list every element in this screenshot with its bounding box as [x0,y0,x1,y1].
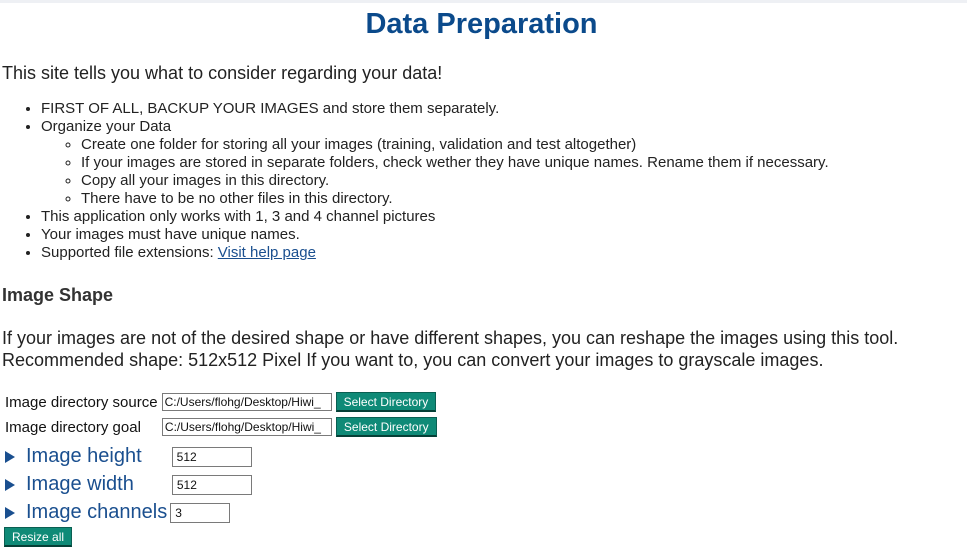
resize-row: Resize all [4,527,73,547]
image-height-input[interactable] [171,446,252,467]
page: Data Preparation This site tells you wha… [0,0,967,552]
goal-directory-input[interactable] [161,418,332,436]
sub-list-item: If your images are stored in separate fo… [81,154,829,172]
list-item: FIRST OF ALL, BACKUP YOUR IMAGES and sto… [41,100,829,118]
image-width-row: Image width [5,473,252,496]
source-directory-label: Image directory source [5,393,158,411]
sub-list: Create one folder for storing all your i… [41,136,829,208]
triangle-right-icon[interactable] [5,506,15,519]
guidelines-list: FIRST OF ALL, BACKUP YOUR IMAGES and sto… [0,100,829,262]
section-description-line: Recommended shape: 512x512 Pixel If you … [2,350,824,370]
top-border [0,0,967,3]
sub-list-item: Copy all your images in this directory. [81,172,829,190]
image-channels-label[interactable]: Image channels [26,501,167,524]
page-title: Data Preparation [365,8,598,40]
image-channels-input[interactable] [170,502,231,523]
list-item: Supported file extensions: Visit help pa… [41,244,829,262]
source-directory-input[interactable] [161,393,332,411]
resize-all-button[interactable]: Resize all [4,527,73,547]
image-width-label[interactable]: Image width [26,473,134,496]
image-height-label[interactable]: Image height [26,445,142,468]
image-height-row: Image height [5,445,252,468]
sub-list-item: Create one folder for storing all your i… [81,136,829,154]
list-item: This application only works with 1, 3 an… [41,208,829,226]
select-goal-directory-button[interactable]: Select Directory [335,417,437,437]
section-description-line: If your images are not of the desired sh… [2,328,899,348]
list-item: Organize your Data Create one folder for… [41,118,829,208]
goal-directory-label: Image directory goal [5,418,141,436]
sub-list-item: There have to be no other files in this … [81,190,829,208]
list-item-text: Organize your Data [41,118,172,135]
triangle-right-icon[interactable] [5,478,15,491]
select-source-directory-button[interactable]: Select Directory [335,392,437,412]
goal-directory-row: Image directory goal Select Directory [5,417,437,437]
source-directory-row: Image directory source Select Directory [5,392,437,412]
section-description: If your images are not of the desired sh… [2,327,967,371]
image-channels-row: Image channels [5,501,231,524]
help-page-link[interactable]: Visit help page [218,244,316,261]
triangle-right-icon[interactable] [5,450,15,463]
list-item-text: Supported file extensions: [41,244,218,261]
intro-text: This site tells you what to consider reg… [2,63,443,83]
list-item: Your images must have unique names. [41,226,829,244]
image-width-input[interactable] [171,474,252,495]
section-title: Image Shape [2,285,114,305]
